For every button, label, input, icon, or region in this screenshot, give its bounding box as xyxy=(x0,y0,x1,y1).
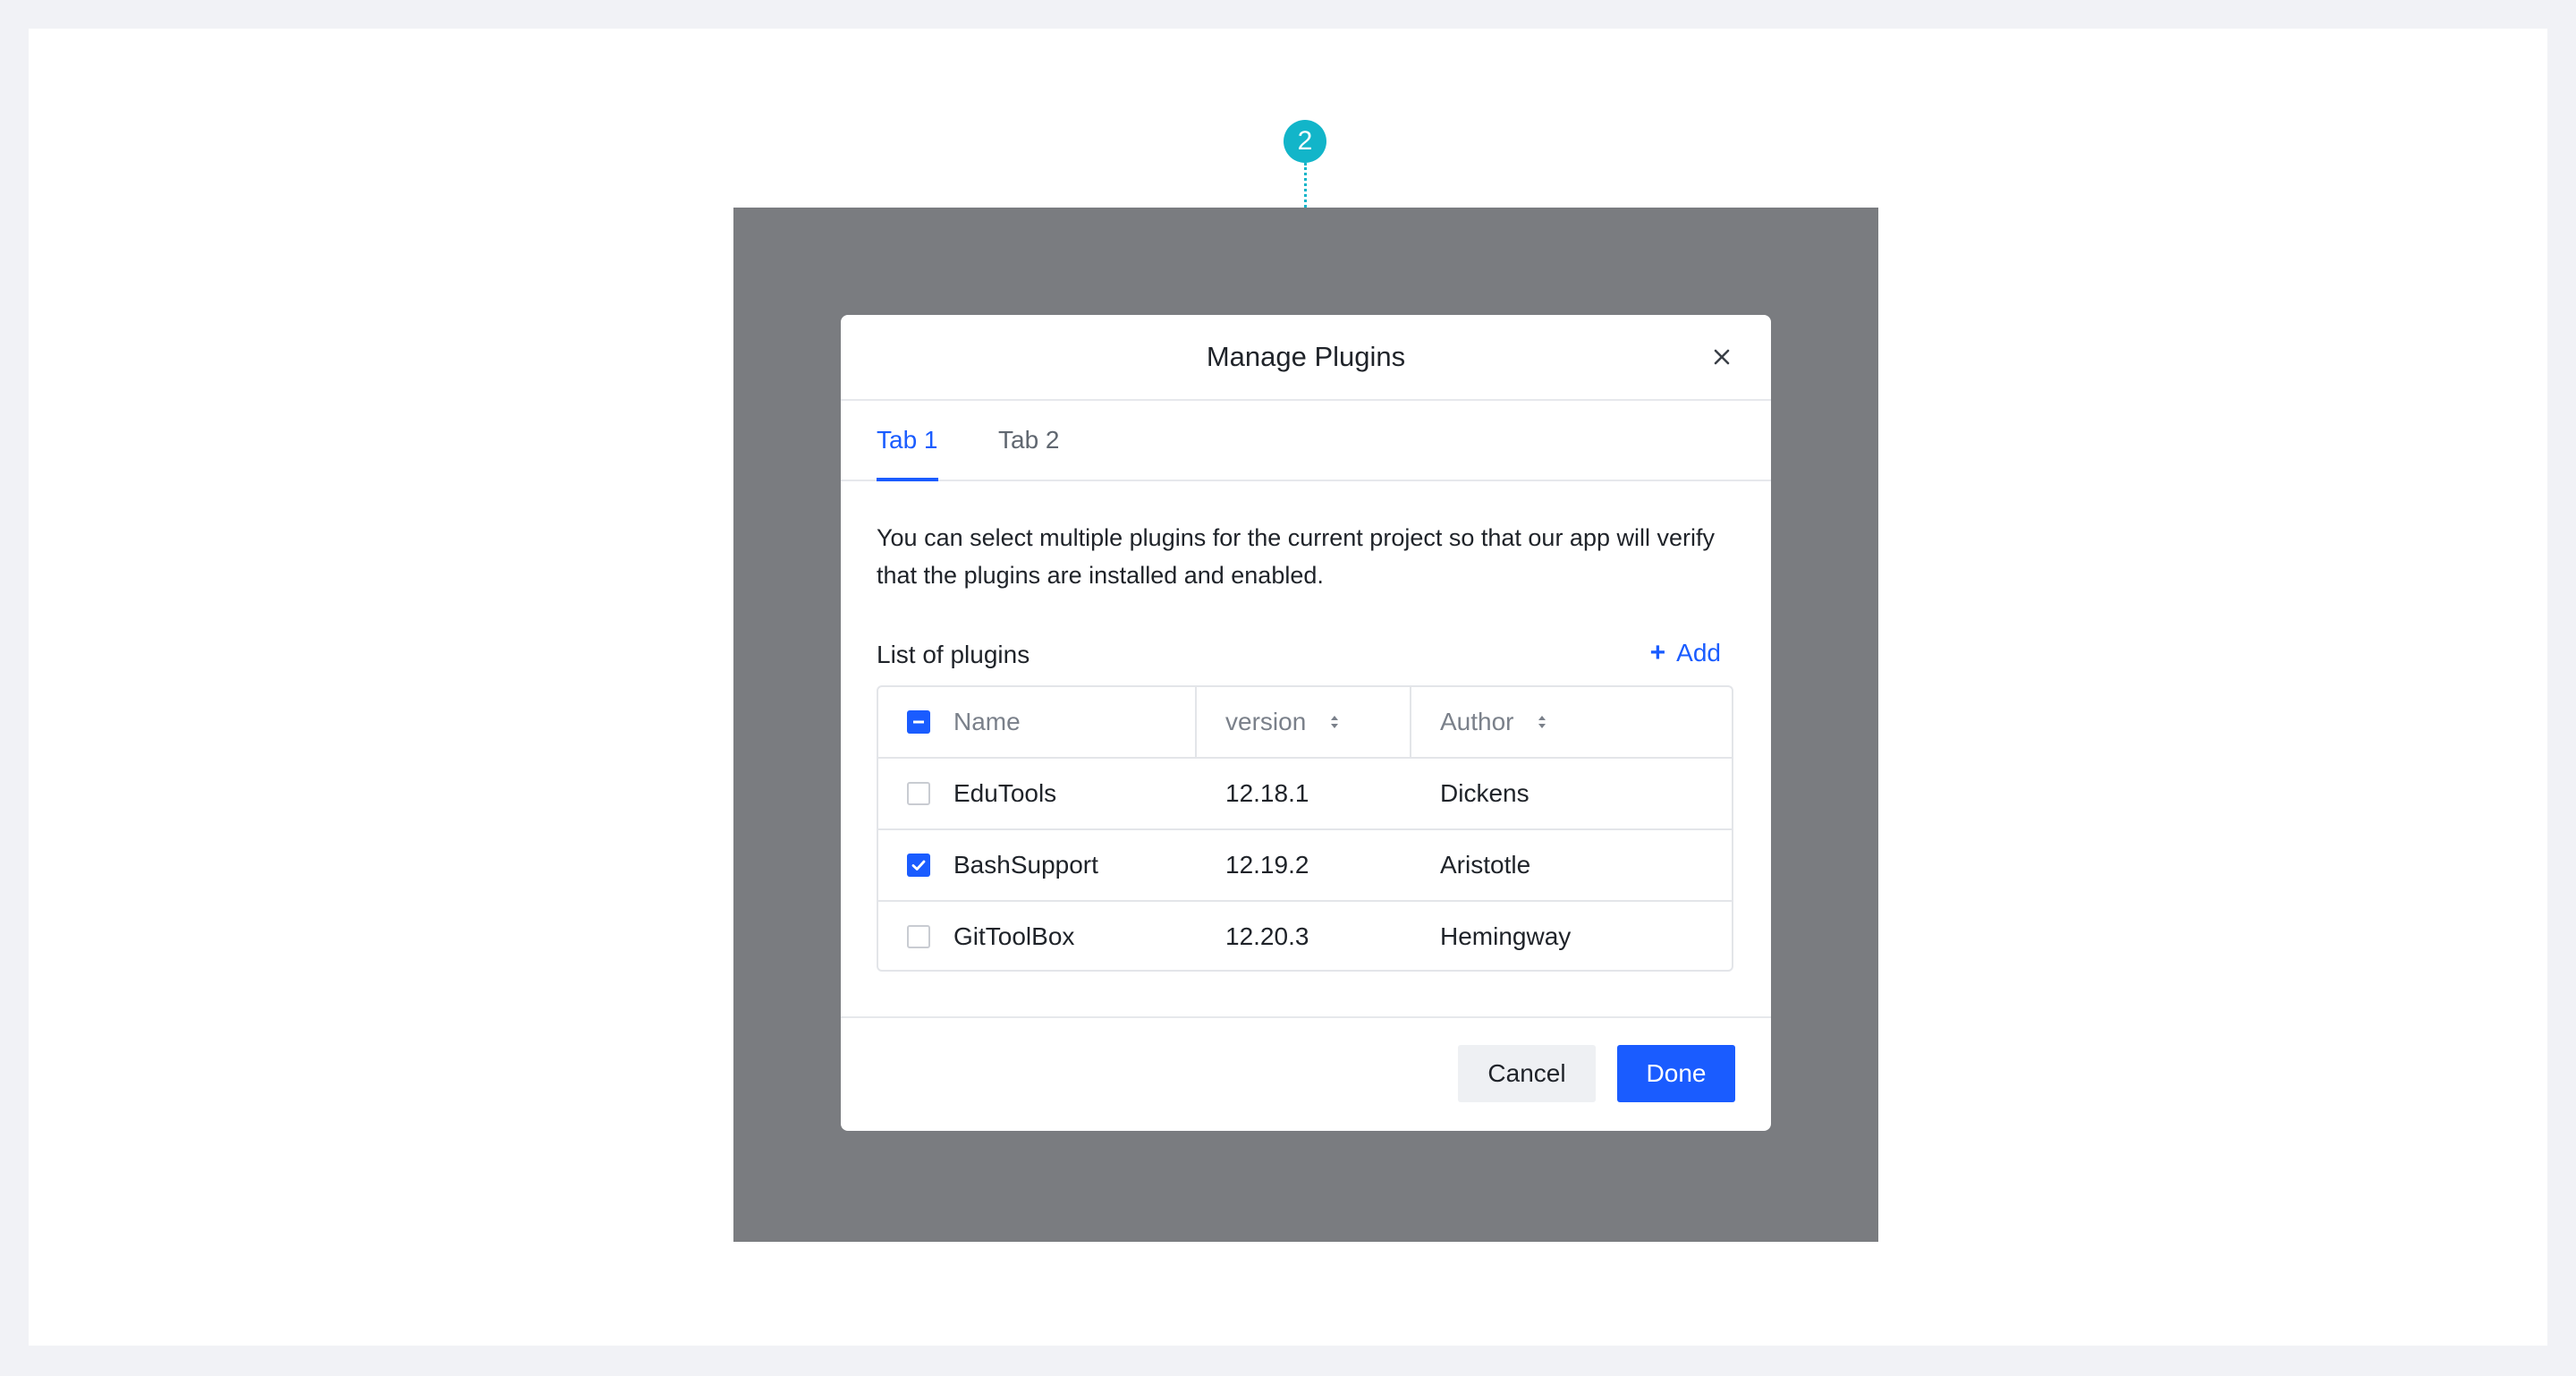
manage-plugins-dialog: Manage Plugins Tab 1 Tab 2 You can selec… xyxy=(841,315,1771,1131)
table-row: GitToolBox 12.20.3 Hemingway xyxy=(878,902,1732,973)
plugin-author: Aristotle xyxy=(1440,851,1531,879)
indeterminate-icon xyxy=(913,720,924,724)
dialog-description: You can select multiple plugins for the … xyxy=(877,524,1715,589)
tab-1[interactable]: Tab 1 xyxy=(877,401,938,481)
cancel-button[interactable]: Cancel xyxy=(1458,1045,1596,1102)
table-header-row: Name version Author xyxy=(878,687,1732,759)
checkmark-icon xyxy=(911,860,926,871)
sort-icon[interactable] xyxy=(1329,714,1340,730)
plugin-author: Dickens xyxy=(1440,779,1530,807)
plugin-name: EduTools xyxy=(953,779,1057,807)
step-marker-badge: 2 xyxy=(1284,120,1326,163)
tab-2-label: Tab 2 xyxy=(998,426,1060,454)
dialog-header: Manage Plugins xyxy=(841,315,1771,401)
plugins-table: Name version Author EduTools 12.18.1 Dic… xyxy=(877,685,1733,972)
tab-1-label: Tab 1 xyxy=(877,426,938,454)
plugin-version: 12.19.2 xyxy=(1225,851,1309,879)
add-plugin-label: Add xyxy=(1676,639,1721,667)
row-checkbox[interactable] xyxy=(907,782,930,805)
column-header-name: Name xyxy=(953,687,1021,757)
column-header-version-label: version xyxy=(1225,708,1307,735)
row-checkbox[interactable] xyxy=(907,925,930,948)
plugin-version: 12.20.3 xyxy=(1225,922,1309,950)
select-all-checkbox[interactable] xyxy=(907,710,930,734)
done-button[interactable]: Done xyxy=(1617,1045,1735,1102)
plus-icon: + xyxy=(1649,638,1666,667)
plugin-name: BashSupport xyxy=(953,851,1098,879)
list-of-plugins-label: List of plugins xyxy=(877,641,1030,668)
table-row: EduTools 12.18.1 Dickens xyxy=(878,759,1732,830)
dialog-title: Manage Plugins xyxy=(1206,341,1406,372)
step-marker-connector xyxy=(1304,163,1307,208)
column-header-version[interactable]: version xyxy=(1225,687,1340,757)
plugin-version: 12.18.1 xyxy=(1225,779,1309,807)
row-checkbox[interactable] xyxy=(907,854,930,877)
column-header-author[interactable]: Author xyxy=(1440,687,1547,757)
add-plugin-button[interactable]: + Add xyxy=(1650,633,1721,673)
column-divider xyxy=(1410,687,1411,757)
active-tab-indicator xyxy=(877,478,938,481)
close-button[interactable] xyxy=(1705,340,1739,374)
plugin-name: GitToolBox xyxy=(953,922,1075,950)
column-header-name-label: Name xyxy=(953,708,1021,735)
tab-bar: Tab 1 Tab 2 xyxy=(841,401,1771,481)
table-row: BashSupport 12.19.2 Aristotle xyxy=(878,830,1732,902)
dialog-footer: Cancel Done xyxy=(841,1016,1771,1131)
close-icon xyxy=(1714,349,1730,365)
column-divider xyxy=(1195,687,1197,757)
sort-icon[interactable] xyxy=(1537,714,1547,730)
column-header-author-label: Author xyxy=(1440,708,1514,735)
tab-2[interactable]: Tab 2 xyxy=(998,401,1060,480)
plugin-author: Hemingway xyxy=(1440,922,1572,950)
